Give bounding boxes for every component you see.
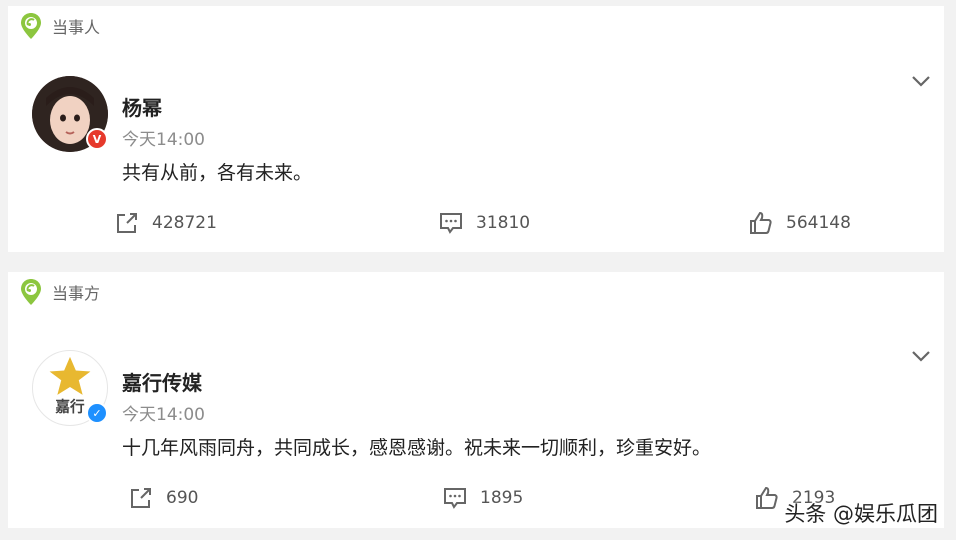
avatar[interactable]: V: [32, 76, 108, 152]
post-content: 十几年风雨同舟，共同成长，感恩感谢。祝未来一切顺利，珍重安好。: [122, 437, 712, 459]
comment-count: 1895: [480, 488, 524, 508]
post-category-label: 当事人: [52, 18, 101, 37]
location-pin-icon: [21, 13, 41, 39]
logo-text: 嘉行: [54, 397, 85, 415]
verified-badge: V: [86, 128, 108, 150]
post-content: 共有从前，各有未来。: [122, 162, 313, 184]
like-count: 564148: [786, 213, 851, 233]
repost-count: 428721: [152, 213, 217, 233]
post-category-label: 当事方: [52, 284, 101, 303]
comment-button[interactable]: 31810: [438, 210, 530, 236]
share-icon: [117, 213, 137, 233]
author-name[interactable]: 杨幂: [122, 92, 162, 121]
weibo-post-card: 当事方 嘉行 ✓ 嘉行传媒 今天14:00 十几年风雨同舟，共同成长，感恩感谢。…: [8, 272, 944, 528]
comment-icon: [440, 213, 462, 234]
share-icon: [131, 488, 151, 508]
repost-button[interactable]: 428721: [114, 210, 217, 236]
location-pin-icon: [21, 279, 41, 305]
post-header: 当事方: [20, 278, 100, 306]
avatar[interactable]: 嘉行 ✓: [32, 350, 108, 426]
comment-button[interactable]: 1895: [442, 485, 523, 511]
post-time: 今天14:00: [122, 405, 205, 425]
verified-badge: ✓: [86, 402, 108, 424]
weibo-post-card: 当事人 V 杨幂 今天14:00 共有从前，各有未来。 428721 31810…: [8, 6, 944, 252]
thumbs-up-icon: [756, 486, 778, 509]
chevron-down-icon[interactable]: [910, 345, 932, 367]
like-button[interactable]: 564148: [748, 210, 851, 236]
repost-count: 690: [166, 488, 199, 508]
author-name[interactable]: 嘉行传媒: [122, 367, 202, 396]
post-time: 今天14:00: [122, 130, 205, 150]
chevron-down-icon[interactable]: [910, 70, 932, 92]
watermark: 头条 @娱乐瓜团: [784, 502, 938, 526]
repost-button[interactable]: 690: [128, 485, 198, 511]
comment-count: 31810: [476, 213, 531, 233]
post-header: 当事人: [20, 12, 100, 40]
comment-icon: [444, 488, 466, 509]
thumbs-up-icon: [750, 211, 772, 234]
